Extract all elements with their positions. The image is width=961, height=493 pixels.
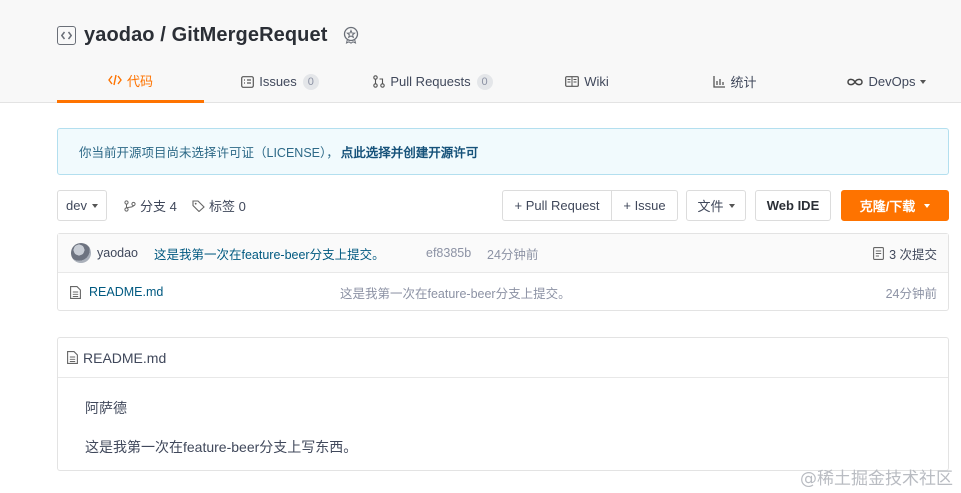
recommend-badge-icon[interactable] bbox=[341, 25, 361, 45]
license-notice: 你当前开源项目尚未选择许可证（LICENSE）， 点此选择并创建开源许可 bbox=[57, 128, 949, 175]
new-issue-button[interactable]: + Issue bbox=[611, 190, 678, 221]
tags-count: 标签 0 bbox=[209, 199, 246, 214]
branches-link[interactable]: 分支 4 bbox=[124, 190, 177, 221]
tab-label: DevOps bbox=[868, 74, 916, 89]
pull-request-icon bbox=[373, 75, 386, 88]
file-icon bbox=[70, 273, 81, 311]
clone-download-label: 克隆/下载 bbox=[859, 199, 916, 214]
last-commit-row: yaodao 这是我第一次在feature-beer分支上提交。 ef8385b… bbox=[58, 234, 948, 273]
readme-panel: README.md 阿萨德 这是我第一次在feature-beer分支上写东西。 bbox=[57, 337, 949, 471]
author-avatar[interactable] bbox=[71, 234, 91, 272]
tab-stats[interactable]: 统计 bbox=[710, 60, 760, 103]
file-commit-message[interactable]: 这是我第一次在feature-beer分支上提交。 bbox=[340, 273, 571, 311]
branch-select-value: dev bbox=[66, 198, 87, 213]
issues-icon bbox=[241, 75, 255, 88]
file-list: yaodao 这是我第一次在feature-beer分支上提交。 ef8385b… bbox=[57, 233, 949, 311]
tag-icon bbox=[192, 199, 205, 212]
tags-link[interactable]: 标签 0 bbox=[192, 190, 246, 221]
commit-author[interactable]: yaodao bbox=[97, 234, 138, 272]
branch-icon bbox=[124, 199, 136, 212]
commit-message[interactable]: 这是我第一次在feature-beer分支上提交。 bbox=[154, 234, 385, 272]
commit-count-link[interactable]: 3 次提交 bbox=[873, 234, 937, 272]
chevron-down-icon bbox=[728, 203, 735, 208]
files-dropdown[interactable]: 文件 bbox=[686, 190, 746, 221]
file-icon bbox=[67, 351, 78, 364]
branch-select[interactable]: dev bbox=[57, 190, 107, 221]
license-notice-text: 你当前开源项目尚未选择许可证（LICENSE）， bbox=[79, 146, 339, 160]
file-row: README.md 这是我第一次在feature-beer分支上提交。 24分钟… bbox=[58, 273, 948, 311]
files-dropdown-label: 文件 bbox=[697, 199, 724, 214]
new-pull-request-label: + Pull Request bbox=[514, 198, 600, 213]
new-pull-request-button[interactable]: + Pull Request bbox=[502, 190, 612, 221]
tab-label: 统计 bbox=[730, 75, 757, 90]
readme-line: 阿萨德 bbox=[85, 400, 127, 416]
file-name[interactable]: README.md bbox=[89, 273, 163, 311]
create-license-link[interactable]: 点此选择并创建开源许可 bbox=[341, 142, 479, 161]
pull-requests-count-badge: 0 bbox=[476, 73, 493, 90]
tab-issues[interactable]: Issues 0 bbox=[240, 60, 320, 103]
tab-devops[interactable]: DevOps bbox=[840, 60, 932, 103]
commit-time: 24分钟前 bbox=[487, 247, 539, 262]
web-ide-label: Web IDE bbox=[766, 198, 820, 213]
web-ide-button[interactable]: Web IDE bbox=[755, 190, 831, 221]
wiki-icon bbox=[565, 76, 580, 87]
clone-download-button[interactable]: 克隆/下载 bbox=[841, 190, 949, 221]
tab-label: Wiki bbox=[584, 74, 609, 89]
issues-count-badge: 0 bbox=[302, 73, 319, 90]
repo-code-icon bbox=[57, 25, 76, 45]
tab-code[interactable]: 代码 bbox=[57, 60, 204, 103]
tab-pull-requests[interactable]: Pull Requests 0 bbox=[371, 60, 495, 103]
commits-icon bbox=[873, 246, 885, 260]
repo-name[interactable]: yaodao / GitMergeRequet bbox=[84, 24, 327, 47]
tab-wiki[interactable]: Wiki bbox=[562, 60, 612, 103]
repo-title-bar: yaodao / GitMergeRequet bbox=[57, 22, 361, 48]
branches-count: 分支 4 bbox=[140, 199, 177, 214]
tab-label: Pull Requests bbox=[390, 74, 471, 89]
commit-count: 3 次提交 bbox=[889, 247, 937, 262]
chevron-down-icon bbox=[920, 79, 927, 84]
commit-hash[interactable]: ef8385b bbox=[426, 234, 471, 272]
repo-toolbar: dev 分支 4 标签 0 + Pull Request + Issue 文件 … bbox=[57, 190, 949, 222]
readme-line: 这是我第一次在feature-beer分支上写东西。 bbox=[85, 439, 358, 455]
new-issue-label: + Issue bbox=[623, 198, 666, 213]
readme-header: README.md bbox=[58, 338, 948, 378]
watermark: @稀土掘金技术社区 bbox=[800, 469, 953, 489]
tab-label: Issues bbox=[259, 74, 297, 89]
file-commit-time: 24分钟前 bbox=[885, 286, 937, 301]
tab-label: 代码 bbox=[126, 73, 153, 89]
repo-header: yaodao / GitMergeRequet 代码 Issues 0 Pull… bbox=[0, 0, 961, 103]
chevron-down-icon bbox=[91, 203, 98, 208]
chart-icon bbox=[713, 75, 726, 88]
chevron-down-icon bbox=[924, 203, 931, 208]
code-icon bbox=[108, 74, 122, 86]
readme-title: README.md bbox=[83, 349, 167, 366]
infinity-icon bbox=[846, 77, 864, 87]
repo-tabs: 代码 Issues 0 Pull Requests 0 Wiki 统计 DevO… bbox=[57, 60, 949, 103]
avatar bbox=[71, 243, 91, 263]
